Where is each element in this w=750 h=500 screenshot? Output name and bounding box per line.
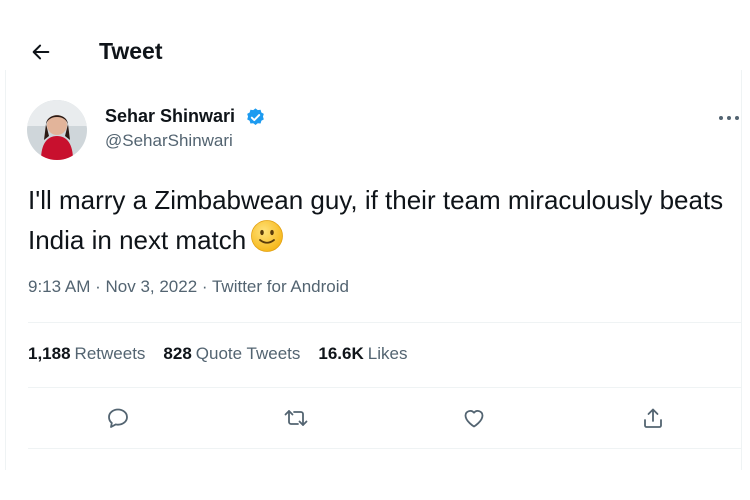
- page-title: Tweet: [99, 38, 163, 64]
- engagement-stats: 1,188 Retweets 828 Quote Tweets 16.6K Likes: [28, 344, 425, 364]
- share-icon: [644, 408, 662, 428]
- tweet-detail-page: Tweet Sehar Shinwari @SeharShinwari I'll…: [0, 0, 750, 500]
- tweet-date[interactable]: Nov 3, 2022: [105, 277, 197, 296]
- divider: [28, 387, 741, 388]
- quote-tweets-stat[interactable]: 828 Quote Tweets: [163, 344, 300, 364]
- like-button[interactable]: [459, 403, 489, 433]
- author-handle[interactable]: @SeharShinwari: [105, 131, 233, 151]
- more-options-button[interactable]: [714, 106, 744, 130]
- divider: [28, 322, 741, 323]
- divider: [28, 448, 741, 449]
- slightly-smiling-face-emoji: [250, 219, 284, 263]
- tweet-metadata: 9:13 AM · Nov 3, 2022 · Twitter for Andr…: [28, 277, 349, 297]
- avatar[interactable]: [27, 100, 87, 160]
- meta-separator: ·: [197, 277, 212, 296]
- reply-icon: [108, 408, 128, 428]
- likes-stat[interactable]: 16.6K Likes: [318, 344, 407, 364]
- column-border-right: [741, 70, 742, 470]
- more-horizontal-icon: [719, 116, 739, 120]
- share-button[interactable]: [638, 403, 668, 433]
- meta-separator: ·: [90, 277, 106, 296]
- heart-icon: [464, 410, 484, 428]
- tweet-source[interactable]: Twitter for Android: [212, 277, 349, 296]
- retweets-stat[interactable]: 1,188 Retweets: [28, 344, 145, 364]
- tweet-body: I'll marry a Zimbabwean guy, if their te…: [28, 185, 724, 255]
- author-name[interactable]: Sehar Shinwari: [105, 106, 235, 127]
- column-border-left: [5, 70, 6, 470]
- retweet-button[interactable]: [281, 403, 311, 433]
- likes-label: Likes: [367, 344, 408, 363]
- quote-tweets-count: 828: [163, 344, 192, 363]
- verified-badge-icon: [247, 108, 264, 125]
- page-header: Tweet: [0, 30, 750, 74]
- tweet-text: I'll marry a Zimbabwean guy, if their te…: [28, 181, 738, 263]
- reply-button[interactable]: [103, 403, 133, 433]
- quote-tweets-label: Quote Tweets: [195, 344, 301, 363]
- retweets-label: Retweets: [74, 344, 146, 363]
- tweet-time[interactable]: 9:13 AM: [28, 277, 90, 296]
- retweet-icon: [284, 410, 308, 426]
- arrow-left-icon: [32, 44, 50, 60]
- likes-count: 16.6K: [318, 344, 364, 363]
- back-button[interactable]: [26, 37, 56, 67]
- retweets-count: 1,188: [28, 344, 71, 363]
